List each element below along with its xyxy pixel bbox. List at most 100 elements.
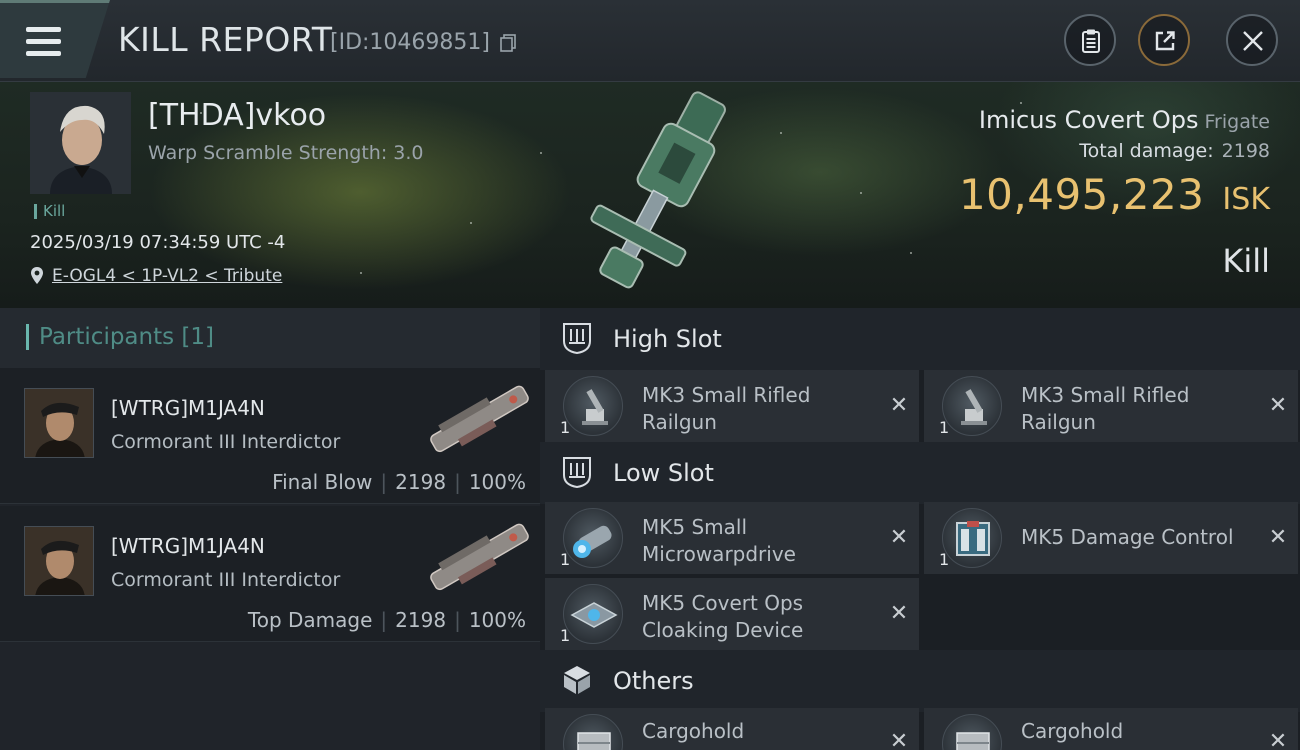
background-star bbox=[860, 192, 862, 194]
module-item[interactable]: 1 MK5 Small Microwarpdrive ✕ bbox=[545, 502, 919, 574]
ship-class-text: Frigate bbox=[1204, 111, 1270, 133]
background-star bbox=[910, 252, 912, 254]
participant-percent: 100% bbox=[468, 608, 526, 632]
victim-banner: [THDA]vkoo Warp Scramble Strength: 3.0 K… bbox=[0, 82, 1300, 308]
cube-icon bbox=[564, 666, 590, 694]
railgun-image bbox=[961, 389, 987, 425]
avatar-image bbox=[25, 527, 93, 595]
participant-row[interactable]: [WTRG]M1JA4N Cormorant III Interdictor F… bbox=[0, 368, 540, 504]
total-damage-label: Total damage: bbox=[1079, 140, 1214, 162]
participants-title: Participants [1] bbox=[26, 324, 214, 350]
module-quantity: 1 bbox=[939, 418, 950, 437]
total-damage: Total damage: 2198 bbox=[1079, 140, 1270, 162]
remove-icon[interactable]: ✕ bbox=[887, 526, 911, 550]
remove-icon[interactable]: ✕ bbox=[1266, 394, 1290, 418]
low-slot-section-header: Low Slot bbox=[540, 442, 1300, 504]
background-star bbox=[780, 132, 782, 134]
kill-datetime: 2025/03/19 07:34:59 UTC -4 bbox=[30, 232, 286, 253]
participant-damage: 2198 bbox=[395, 608, 447, 632]
participant-row[interactable]: [WTRG]M1JA4N Cormorant III Interdictor T… bbox=[0, 506, 540, 642]
share-button[interactable] bbox=[1138, 14, 1190, 66]
avatar-image bbox=[25, 389, 93, 457]
blow-type-label: Final Blow bbox=[272, 470, 373, 494]
module-quantity: 1 bbox=[939, 550, 950, 569]
share-icon bbox=[1155, 31, 1175, 51]
damage-control-icon bbox=[942, 508, 1002, 568]
background-star bbox=[360, 272, 362, 274]
victim-ship-name[interactable]: Imicus Covert Ops Frigate bbox=[979, 106, 1270, 134]
participant-ship: Cormorant III Interdictor bbox=[111, 569, 341, 591]
cargohold-image bbox=[956, 732, 990, 750]
report-id: [ID:10469851] bbox=[330, 30, 490, 55]
module-item[interactable]: 1 MK3 Small Rifled Railgun ✕ bbox=[924, 370, 1298, 442]
remove-icon[interactable]: ✕ bbox=[887, 602, 911, 626]
remove-icon[interactable]: ✕ bbox=[1266, 526, 1290, 550]
module-name: Cargohold bbox=[642, 719, 745, 743]
remove-icon[interactable]: ✕ bbox=[1266, 730, 1290, 750]
fitting-panel: High Slot 1 MK3 Small Rifled Railgun ✕ 1… bbox=[540, 308, 1300, 750]
module-quantity: 1 bbox=[560, 626, 571, 645]
isk-value: 10,495,223 ISK bbox=[959, 170, 1270, 219]
remove-icon[interactable]: ✕ bbox=[887, 730, 911, 750]
kill-tag: Kill bbox=[34, 204, 65, 219]
module-item[interactable]: 1 MK5 Covert Ops Cloaking Device ✕ bbox=[545, 578, 919, 650]
module-item[interactable]: Cargohold ✕ bbox=[545, 708, 919, 750]
module-item[interactable]: Cargohold ✕ bbox=[924, 708, 1298, 750]
total-damage-value: 2198 bbox=[1221, 140, 1270, 162]
railgun-image bbox=[582, 389, 608, 425]
module-quantity: 1 bbox=[560, 418, 571, 437]
menu-icon bbox=[26, 27, 61, 32]
others-section-header: Others bbox=[540, 650, 1300, 712]
high-slot-label: High Slot bbox=[613, 325, 722, 353]
low-slot-label: Low Slot bbox=[613, 459, 714, 487]
participants-header: Participants [1] bbox=[0, 308, 540, 368]
victim-portrait[interactable] bbox=[30, 92, 131, 194]
cloaking-device-image bbox=[570, 602, 618, 628]
page-title: KILL REPORT bbox=[118, 20, 333, 59]
high-slot-icon bbox=[563, 323, 591, 355]
separator: | bbox=[454, 470, 461, 494]
clipboard-icon bbox=[1082, 29, 1100, 53]
participant-name[interactable]: [WTRG]M1JA4N bbox=[111, 396, 265, 420]
high-slot-section-header: High Slot bbox=[540, 308, 1300, 370]
menu-icon-bar bbox=[26, 39, 61, 44]
participant-damage: 2198 bbox=[395, 470, 447, 494]
microwarpdrive-icon bbox=[563, 508, 623, 568]
ship-name-text: Imicus Covert Ops bbox=[978, 106, 1199, 134]
separator: | bbox=[454, 608, 461, 632]
participant-ship-image bbox=[430, 385, 529, 453]
header-bar: KILL REPORT [ID:10469851] bbox=[0, 0, 1300, 82]
blow-type-label: Top Damage bbox=[247, 608, 373, 632]
isk-amount: 10,495,223 bbox=[958, 170, 1205, 219]
cargohold-icon bbox=[942, 714, 1002, 750]
copy-icon[interactable] bbox=[500, 34, 516, 52]
portrait-image bbox=[30, 92, 131, 194]
damage-control-image bbox=[956, 521, 990, 556]
low-slot-icon bbox=[563, 457, 591, 489]
module-name: MK3 Small Rifled Railgun bbox=[1021, 383, 1190, 434]
participant-ship-image bbox=[430, 523, 529, 591]
victim-name[interactable]: [THDA]vkoo bbox=[148, 98, 326, 133]
clipboard-button[interactable] bbox=[1064, 14, 1116, 66]
others-label: Others bbox=[613, 667, 694, 695]
module-name: MK3 Small Rifled Railgun bbox=[642, 383, 811, 434]
module-item[interactable]: 1 MK3 Small Rifled Railgun ✕ bbox=[545, 370, 919, 442]
module-item[interactable]: 1 MK5 Damage Control ✕ bbox=[924, 502, 1298, 574]
isk-unit: ISK bbox=[1222, 182, 1270, 217]
menu-button[interactable] bbox=[0, 0, 110, 78]
railgun-icon bbox=[942, 376, 1002, 436]
kill-location-link[interactable]: E-OGL4 < 1P-VL2 < Tribute bbox=[52, 266, 282, 286]
victim-ship-image bbox=[590, 91, 726, 289]
module-quantity: 1 bbox=[560, 550, 571, 569]
menu-icon-bar bbox=[26, 51, 61, 56]
remove-icon[interactable]: ✕ bbox=[887, 394, 911, 418]
close-button[interactable] bbox=[1226, 14, 1278, 66]
railgun-icon bbox=[563, 376, 623, 436]
module-name: MK5 Covert Ops Cloaking Device bbox=[642, 591, 804, 642]
module-name: MK5 Damage Control bbox=[1021, 525, 1234, 549]
background-star bbox=[540, 152, 542, 154]
cargohold-image bbox=[577, 732, 611, 750]
participant-name[interactable]: [WTRG]M1JA4N bbox=[111, 534, 265, 558]
kill-result: Kill bbox=[1222, 242, 1270, 280]
background-star bbox=[470, 222, 472, 224]
